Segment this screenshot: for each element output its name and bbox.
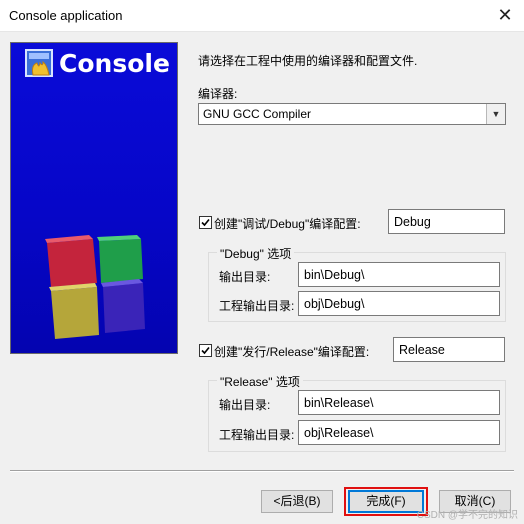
compiler-label: 编译器: bbox=[198, 87, 238, 101]
debug-checkbox[interactable] bbox=[199, 216, 212, 229]
checkmark-icon bbox=[201, 218, 210, 227]
release-obj-dir-label: 工程输出目录: bbox=[219, 428, 295, 442]
release-obj-dir-input[interactable] bbox=[298, 420, 500, 445]
watermark-text: CSDN @学不完的知识 bbox=[416, 510, 518, 521]
banner-title: Console bbox=[59, 49, 170, 78]
cubes-graphic bbox=[45, 235, 145, 339]
cube-purple bbox=[101, 279, 145, 333]
title-bar: Console application ✕ bbox=[0, 0, 524, 32]
compiler-select[interactable]: GNU GCC Compiler ▼ bbox=[198, 103, 506, 125]
debug-config-name-input[interactable] bbox=[388, 209, 505, 234]
release-checkbox-label: 创建"发行/Release"编译配置: bbox=[214, 345, 370, 359]
debug-obj-dir-input[interactable] bbox=[298, 291, 500, 316]
release-group-title: "Release" 选项 bbox=[217, 373, 303, 390]
debug-output-dir-label: 输出目录: bbox=[219, 270, 271, 284]
cube-green bbox=[97, 235, 143, 283]
back-button[interactable]: <后退(B) bbox=[261, 490, 333, 513]
codeblocks-logo-icon bbox=[25, 49, 53, 77]
compiler-selected-value: GNU GCC Compiler bbox=[203, 107, 312, 121]
debug-obj-dir-label: 工程输出目录: bbox=[219, 299, 295, 313]
release-checkbox[interactable] bbox=[199, 344, 212, 357]
release-config-name-input[interactable] bbox=[393, 337, 505, 362]
cube-yellow bbox=[49, 283, 99, 339]
window-title: Console application bbox=[9, 8, 123, 23]
debug-group-title: "Debug" 选项 bbox=[217, 245, 295, 262]
close-icon[interactable]: ✕ bbox=[496, 6, 514, 24]
cube-red bbox=[45, 235, 97, 287]
intro-text: 请选择在工程中使用的编译器和配置文件. bbox=[198, 54, 418, 68]
wizard-banner: Console bbox=[10, 42, 178, 354]
release-output-dir-label: 输出目录: bbox=[219, 398, 271, 412]
finish-button-highlight bbox=[344, 487, 428, 516]
release-output-dir-input[interactable] bbox=[298, 390, 500, 415]
debug-checkbox-label: 创建"调试/Debug"编译配置: bbox=[214, 217, 361, 231]
debug-output-dir-input[interactable] bbox=[298, 262, 500, 287]
chevron-down-icon[interactable]: ▼ bbox=[486, 104, 505, 124]
checkmark-icon bbox=[201, 346, 210, 355]
footer-divider bbox=[10, 470, 514, 472]
